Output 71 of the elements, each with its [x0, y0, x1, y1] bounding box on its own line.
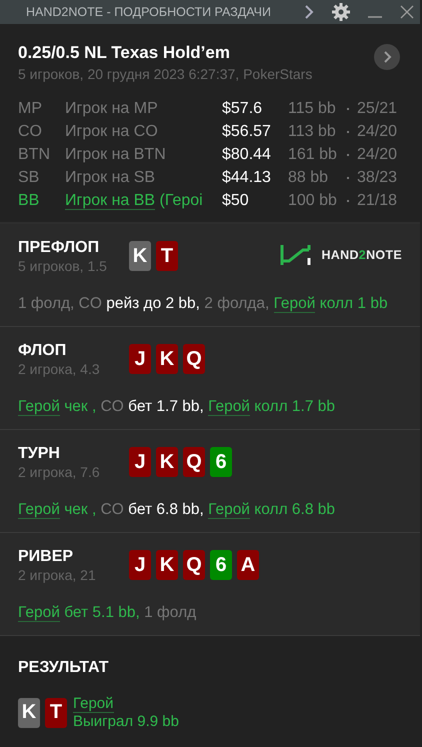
hero-link[interactable]: Герой [73, 695, 114, 713]
playing-card: T [156, 241, 178, 271]
player-position: BTN [18, 146, 51, 164]
chevron-right-icon[interactable] [304, 5, 314, 19]
player-stats: 24/20 [357, 146, 398, 164]
playing-card: A [237, 550, 259, 580]
playing-card: T [45, 698, 67, 728]
playing-card: Q [183, 447, 205, 477]
playing-card: Q [183, 550, 205, 580]
hand-info: 5 игроков, 20 грудня 2023 6:27:37, PokerStars [18, 65, 312, 83]
settings-icon[interactable] [332, 3, 350, 21]
street-actions: 1 фолд, CO рейз до 2 bb, 2 фолда, Герой колл 1 bb [18, 295, 389, 313]
playing-card: 6 [210, 550, 232, 580]
player-stats: 21/18 [357, 192, 398, 210]
playing-card: K [156, 344, 178, 374]
player-name[interactable]: Игрок на BB (Герoi [65, 192, 222, 210]
playing-card: K [156, 447, 178, 477]
street-info: 2 игрока, 7.6 [18, 464, 101, 481]
playing-card: Q [183, 344, 205, 374]
player-stats: 25/21 [357, 100, 398, 118]
hero-link[interactable]: Герой [18, 398, 60, 416]
window-title: HAND2NOTE - ПОДРОБНОСТИ РАЗДАЧИ [26, 5, 271, 19]
player-stats: 24/20 [357, 122, 398, 140]
close-icon[interactable] [400, 5, 414, 19]
result-outcome: Выиграл 9.9 bb [73, 713, 179, 730]
chevron-right-icon[interactable] [374, 44, 400, 70]
player-stack: $57.6 [222, 100, 264, 118]
street-info: 5 игроков, 1.5 [18, 258, 108, 275]
player-stack: $80.44 [222, 146, 272, 164]
playing-card: K [156, 550, 178, 580]
player-bb: 115 bb [288, 100, 337, 118]
hero-link[interactable]: Герой [274, 295, 316, 313]
player-position: BB [18, 192, 40, 210]
player-name: Игрок на BTN [65, 146, 167, 164]
playing-card: J [129, 550, 151, 580]
street-title: ФЛОП [18, 341, 68, 361]
player-position: MP [18, 100, 43, 118]
street-actions: Герой чек , CO бет 1.7 bb, Герой колл 1.7 bb [18, 398, 336, 416]
result-title: РЕЗУЛЬТАТ [18, 658, 110, 678]
playing-card: K [18, 698, 40, 728]
hero-link[interactable]: Герой [208, 501, 250, 519]
street-info: 2 игрока, 21 [18, 567, 97, 584]
player-stats: 38/23 [357, 168, 398, 186]
street-info: 2 игрока, 4.3 [18, 361, 101, 378]
hero-link[interactable]: Герой [18, 501, 60, 519]
player-position: CO [18, 122, 43, 140]
playing-card: 6 [210, 447, 232, 477]
playing-card: J [129, 447, 151, 477]
player-bb: 161 bb [288, 146, 338, 164]
player-bb: 113 bb [288, 122, 337, 140]
player-name: Игрок на CO [65, 122, 159, 140]
hero-link[interactable]: Герой [208, 398, 250, 416]
logo-mark-icon [279, 244, 312, 266]
street-title: ТУРН [18, 444, 61, 464]
hero-link[interactable]: Герой [18, 604, 60, 622]
player-position: SB [18, 168, 40, 186]
player-bb: 88 bb [288, 168, 330, 186]
street-title: ПРЕФЛОП [18, 238, 100, 258]
playing-card: J [129, 344, 151, 374]
player-name: Игрок на SB [65, 168, 156, 186]
player-stack: $56.57 [222, 122, 272, 140]
street-title: РИВЕР [18, 547, 74, 567]
player-stack: $44.13 [222, 168, 272, 186]
street-actions: Герой бет 5.1 bb, 1 фолд [18, 604, 198, 622]
player-bb: 100 bb [288, 192, 338, 210]
playing-card: K [129, 241, 151, 271]
logo-text: HAND2NOTE [321, 248, 402, 262]
game-title: 0.25/0.5 NL Texas Hold’em [18, 42, 231, 64]
player-name: Игрок на MP [65, 100, 159, 118]
player-stack: $50 [222, 192, 250, 210]
street-actions: Герой чек , CO бет 6.8 bb, Герой колл 6.8 bb [18, 501, 336, 519]
